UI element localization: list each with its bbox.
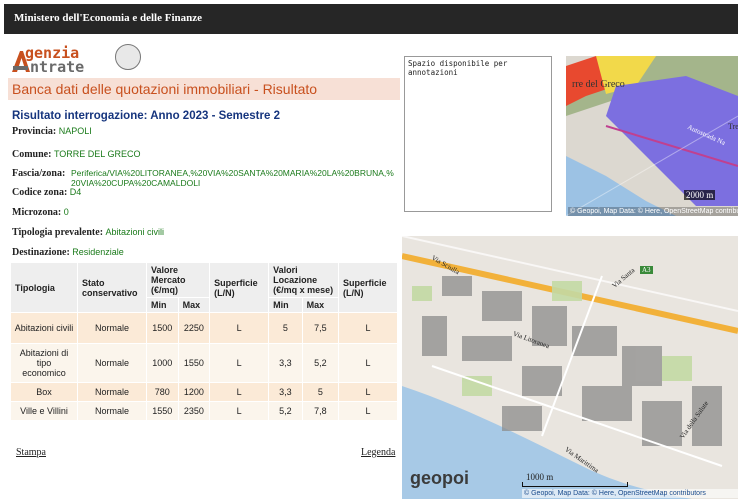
detail-map-graphic [402,236,738,499]
cell-locazione-min: 3,3 [268,343,303,383]
overview-map[interactable]: rre del Greco Autostrada Na Tre 2000 m ©… [566,56,738,216]
cell-valore-max: 2350 [177,401,211,421]
cell-locazione-max: 5 [301,382,340,402]
fascia-text: Periferica/VIA%20LITORANEA,%20VIA%20SANT… [71,168,394,188]
cell-locazione-min: 5,2 [268,401,303,421]
agenzia-entrate-logo[interactable]: genzia ntrate [10,42,141,76]
destinazione-value: Residenziale [72,247,124,257]
map2-scale-bar [522,482,628,487]
cell-valore-max: 1550 [177,343,211,383]
detail-map[interactable]: Via Sciulla Via Marittima Via della Salu… [402,236,738,499]
codice-row: Codice zona: D4 [12,187,81,198]
col-superficie: Superficie (L/N) [209,262,270,313]
microzona-value: 0 [63,207,69,217]
destinazione-row: Destinazione: Residenziale [12,247,124,258]
republic-emblem-icon [115,44,141,70]
road-shield-icon: A3 [640,266,653,274]
col-locazione-max: Max [301,297,340,313]
map2-scale: 1000 m [526,472,554,482]
cell-superficie-2: L [338,401,398,421]
codice-value: D4 [69,187,82,197]
cell-tipologia: Abitazioni civili [10,312,78,344]
page-banner: Banca dati delle quotazioni immobiliari … [8,78,400,100]
annotations-textarea[interactable]: Spazio disponibile per annotazioni [404,56,552,212]
cell-locazione-max: 7,5 [301,312,340,344]
table-row: Abitazioni di tipo economico Normale 100… [10,343,398,383]
cell-superficie: L [209,382,270,402]
cell-locazione-max: 5,2 [301,343,340,383]
table-row: Ville e Villini Normale 1550 2350 L 5,2 … [10,401,398,421]
cell-superficie-2: L [338,343,398,383]
cell-valore-min: 1500 [146,312,179,344]
map-place-label: rre del Greco [572,79,625,90]
destinazione-label: Destinazione: [12,247,70,258]
cell-valore-min: 780 [146,382,179,402]
tipologia-value: Abitazioni civili [105,227,165,237]
cell-superficie-2: L [338,382,398,402]
cell-superficie: L [209,343,270,383]
tipologia-row: Tipologia prevalente: Abitazioni civili [12,227,164,238]
map1-attribution: © Geopoi, Map Data: © Here, OpenStreetMa… [568,207,738,216]
col-valore-min: Min [146,297,179,313]
col-superficie-2: Superficie (L/N) [338,262,398,313]
page-title: Banca dati delle quotazioni immobiliari … [12,81,318,97]
cell-stato: Normale [77,312,147,344]
map1-scale: 2000 m [684,190,716,200]
stampa-link[interactable]: Stampa [16,447,46,458]
cell-tipologia: Abitazioni di tipo economico [10,343,78,383]
codice-label: Codice zona: [12,187,68,198]
microzona-row: Microzona: 0 [12,207,69,218]
cell-valore-min: 1000 [146,343,179,383]
provincia-value: NAPOLI [58,126,92,136]
cell-superficie: L [209,312,270,344]
cell-stato: Normale [77,401,147,421]
col-valori-locazione: Valori Locazione (€/mq x mese) [268,262,339,298]
cell-locazione-max: 7,8 [301,401,340,421]
tipologia-label: Tipologia prevalente: [12,227,104,238]
microzona-label: Microzona: [12,207,62,218]
col-valore-mercato: Valore Mercato (€/mq) [145,262,211,298]
map2-attribution: © Geopoi, Map Data: © Here, OpenStreetMa… [522,489,738,498]
cell-valore-min: 1550 [146,401,179,421]
map-edge-label: Tre [728,122,738,131]
cell-tipologia: Ville e Villini [10,401,78,421]
fascia-label: Fascia/zona: [12,168,66,179]
logo-word-2: ntrate [30,58,85,76]
cell-stato: Normale [77,382,147,402]
cell-stato: Normale [77,343,147,383]
legenda-link[interactable]: Legenda [361,447,395,458]
provincia-row: Provincia: NAPOLI [12,126,92,137]
cell-valore-max: 1200 [177,382,211,402]
result-title: Risultato interrogazione: Anno 2023 - Se… [12,110,280,122]
ministry-title: Ministero dell'Economia e delle Finanze [14,12,202,24]
table-row: Abitazioni civili Normale 1500 2250 L 5 … [10,312,398,344]
cell-superficie-2: L [338,312,398,344]
geopoi-logo: geopoi [410,468,469,488]
cell-locazione-min: 5 [268,312,303,344]
col-valore-max: Max [177,297,211,313]
cell-tipologia: Box [10,382,78,402]
provincia-label: Provincia: [12,126,57,137]
quotazioni-table: Tipologia Stato conservativo Valore Merc… [10,262,398,421]
col-stato: Stato conservativo [77,262,147,313]
fascia-value: Periferica/VIA%20LITORANEA,%20VIA%20SANT… [71,168,397,188]
cell-superficie: L [209,401,270,421]
comune-value: TORRE DEL GRECO [53,149,141,159]
table-row: Box Normale 780 1200 L 3,3 5 L [10,382,398,402]
ministry-header: Ministero dell'Economia e delle Finanze [4,4,738,34]
cell-valore-max: 2250 [177,312,211,344]
comune-row: Comune: TORRE DEL GRECO [12,149,140,160]
cell-locazione-min: 3,3 [268,382,303,402]
col-tipologia: Tipologia [10,262,78,313]
col-locazione-min: Min [268,297,303,313]
comune-label: Comune: [12,149,52,160]
